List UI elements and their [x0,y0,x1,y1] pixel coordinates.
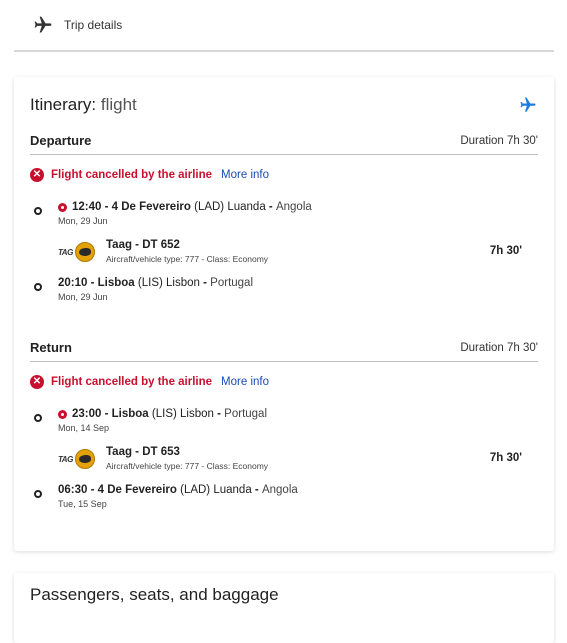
departure-header: Departure Duration 7h 30' [30,133,538,155]
more-info-link[interactable]: More info [221,376,269,388]
departure-section: Departure Duration 7h 30' ✕ Flight cance… [30,133,538,307]
flight-name: Taag - DT 653 [106,446,180,458]
trip-details-header: Trip details [14,0,554,52]
separator: - [268,201,273,213]
origin-stop: 23:00 - Lisboa (LIS) Lisbon - Portugal M… [30,408,538,438]
cancellation-notice: ✕ Flight cancelled by the airline More i… [30,374,538,390]
error-icon: ✕ [30,168,44,182]
destination-code: (LIS) [137,277,163,289]
origin-code: (LAD) [194,201,225,213]
separator: - [254,484,259,496]
airline-bird-icon [74,242,95,262]
separator: - [217,408,221,420]
itinerary-title: Itinerary: flight [30,95,137,115]
return-label: Return [30,340,72,355]
origin-time-airport: 12:40 - 4 De Fevereiro [72,201,191,213]
cancellation-text: Flight cancelled by the airline [51,169,213,181]
airline-logo: TAG [58,241,98,263]
origin-date: Mon, 14 Sep [58,423,110,433]
cancellation-text: Flight cancelled by the airline [51,376,213,388]
airline-bird-icon [74,449,95,469]
flight-row: TAG Taag - DT 652 Aircraft/vehicle type:… [30,237,538,273]
itinerary-header: Itinerary: flight [30,91,538,119]
origin-date: Mon, 29 Jun [58,216,108,226]
return-duration: Duration 7h 30' [460,341,538,354]
flight-duration: 7h 30' [489,452,522,464]
itinerary-label: Itinerary: [30,95,97,114]
stop-dot-icon [34,490,42,498]
itinerary-card: Itinerary: flight Departure Duration 7h … [14,77,554,551]
airline-logo: TAG [58,448,98,470]
destination-date: Mon, 29 Jun [58,292,108,302]
destination-date: Tue, 15 Sep [58,499,107,509]
flight-meta: Aircraft/vehicle type: 777 - Class: Econ… [106,461,269,471]
departure-duration: Duration 7h 30' [460,134,538,147]
origin-city: Lisbon [180,408,214,420]
stop-dot-icon [34,414,42,422]
passengers-title: Passengers, seats, and baggage [30,585,279,604]
airline-logo-text: TAG [58,454,73,464]
separator: - [203,277,207,289]
cancellation-notice: ✕ Flight cancelled by the airline More i… [30,167,538,183]
destination-city: Luanda [213,484,252,496]
stop-dot-icon [34,207,42,215]
origin-time-airport: 23:00 - Lisboa [72,408,149,420]
flight-duration: 7h 30' [489,245,522,257]
flight-name: Taag - DT 652 [106,239,180,251]
departure-label: Departure [30,133,92,148]
trip-details-title: Trip details [64,18,123,32]
destination-city: Lisbon [166,277,200,289]
stop-dot-icon [34,283,42,291]
origin-code: (LIS) [151,408,177,420]
airline-logo-text: TAG [58,247,73,257]
return-header: Return Duration 7h 30' [30,340,538,362]
destination-country: Angola [261,484,298,496]
flight-row: TAG Taag - DT 653 Aircraft/vehicle type:… [30,444,538,480]
origin-stop: 12:40 - 4 De Fevereiro (LAD) Luanda - An… [30,201,538,231]
plane-icon [518,95,538,115]
return-section: Return Duration 7h 30' ✕ Flight cancelle… [30,340,538,514]
origin-country: Angola [275,201,312,213]
origin-country: Portugal [224,408,268,420]
itinerary-type: flight [100,95,137,114]
destination-stop: 20:10 - Lisboa (LIS) Lisbon - Portugal M… [30,277,538,307]
destination-time-airport: 06:30 - 4 De Fevereiro [58,484,177,496]
pin-icon [58,409,67,419]
origin-city: Luanda [227,201,266,213]
error-icon: ✕ [30,375,44,389]
flight-meta: Aircraft/vehicle type: 777 - Class: Econ… [106,254,269,264]
plane-icon [32,14,54,36]
destination-country: Portugal [210,277,254,289]
passengers-card: Passengers, seats, and baggage [14,573,554,643]
destination-code: (LAD) [180,484,211,496]
more-info-link[interactable]: More info [221,169,269,181]
destination-time-airport: 20:10 - Lisboa [58,277,135,289]
pin-icon [58,202,67,212]
destination-stop: 06:30 - 4 De Fevereiro (LAD) Luanda - An… [30,484,538,514]
